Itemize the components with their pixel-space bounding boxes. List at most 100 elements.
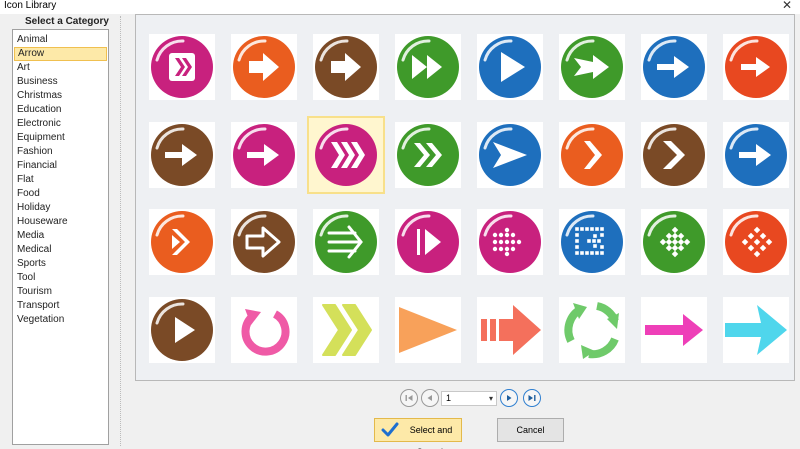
icon-tile-31[interactable] [641, 297, 707, 363]
striped-arrow-coral-icon [481, 305, 541, 355]
category-list[interactable]: Animal Arrow Art Business Christmas Education… [12, 29, 109, 445]
icon-tile-14[interactable] [559, 122, 625, 188]
next-page-button[interactable] [500, 389, 518, 407]
icon-tile-18[interactable] [231, 209, 297, 275]
previous-page-button[interactable] [421, 389, 439, 407]
cancel-button[interactable]: Cancel [497, 418, 564, 442]
icon-tile-32[interactable] [723, 297, 789, 363]
cycle-arrows-green-icon [564, 302, 619, 359]
skip-first-icon [405, 395, 413, 401]
triple-chevron-magenta-icon [315, 124, 377, 186]
category-item-holiday[interactable]: Holiday [14, 201, 107, 215]
play-line-magenta-icon [397, 211, 459, 273]
fast-forward-green-icon [397, 36, 459, 98]
double-chevron-green-icon [397, 124, 459, 186]
category-item-sports[interactable]: Sports [14, 257, 107, 271]
arrow-right-red-orange-icon [725, 36, 787, 98]
double-chevron-box-magenta-icon [151, 36, 213, 98]
icon-tile-12[interactable] [395, 122, 461, 188]
page-number: 1 [446, 393, 452, 403]
icon-tile-11[interactable] [307, 116, 385, 194]
category-item-financial[interactable]: Financial [14, 159, 107, 173]
first-page-button[interactable] [400, 389, 418, 407]
flat-arrow-magenta-icon [645, 314, 703, 346]
icon-tile-23[interactable] [641, 209, 707, 275]
icon-tile-5[interactable] [477, 34, 543, 100]
icon-tile-26[interactable] [231, 297, 297, 363]
divider [120, 16, 121, 446]
block-arrow-orange-icon [233, 36, 295, 98]
outline-arrow-brown-icon [233, 211, 295, 273]
category-item-animal[interactable]: Animal [14, 33, 107, 47]
category-item-houseware[interactable]: Houseware [14, 215, 107, 229]
category-header: Select a Category [25, 16, 109, 27]
category-item-education[interactable]: Education [14, 103, 107, 117]
chevron-right-orange-icon [561, 124, 623, 186]
select-and-open-label: Select and Open It [409, 425, 453, 449]
select-and-open-button[interactable]: Select and Open It [374, 418, 462, 449]
icon-tile-16[interactable] [723, 122, 789, 188]
icon-tile-20[interactable] [395, 209, 461, 275]
dotted-box-arrow-blue-icon [561, 211, 623, 273]
dotted-arrow-magenta-icon [479, 211, 541, 273]
dotted-arrow-green-icon [643, 211, 705, 273]
category-item-business[interactable]: Business [14, 75, 107, 89]
icon-tile-25[interactable] [149, 297, 215, 363]
next-icon [507, 395, 512, 401]
category-item-food[interactable]: Food [14, 187, 107, 201]
icon-tile-6[interactable] [559, 34, 625, 100]
chevron-down-icon: ▾ [488, 394, 493, 403]
last-page-button[interactable] [523, 389, 541, 407]
dotted-arrow-red-icon [725, 211, 787, 273]
arrow-right-blue-icon [643, 36, 705, 98]
category-item-media[interactable]: Media [14, 229, 107, 243]
window-title: Icon Library [4, 0, 57, 11]
icon-tile-29[interactable] [477, 297, 543, 363]
circular-refresh-pink-icon [241, 309, 290, 356]
icon-tile-21[interactable] [477, 209, 543, 275]
chevron-play-orange-icon [151, 211, 213, 273]
icon-tile-1[interactable] [149, 34, 215, 100]
category-item-electronic[interactable]: Electronic [14, 117, 107, 131]
icon-tile-19[interactable] [313, 209, 379, 275]
icon-tile-10[interactable] [231, 122, 297, 188]
icon-tile-22[interactable] [559, 209, 625, 275]
icon-tile-2[interactable] [231, 34, 297, 100]
icon-tile-4[interactable] [395, 34, 461, 100]
checkmark-icon [381, 422, 399, 437]
category-item-transport[interactable]: Transport [14, 299, 107, 313]
category-item-flat[interactable]: Flat [14, 173, 107, 187]
icon-tile-27[interactable] [313, 297, 379, 363]
page-select[interactable]: 1 ▾ [441, 391, 497, 406]
play-triangle-brown-icon [151, 299, 213, 361]
arrow-right-brown-icon [151, 124, 213, 186]
icon-tile-9[interactable] [149, 122, 215, 188]
close-icon[interactable]: ✕ [780, 0, 794, 12]
wide-arrow-green-icon [561, 36, 623, 98]
arrow-right-blue-2-icon [725, 124, 787, 186]
icon-tile-13[interactable] [477, 122, 543, 188]
skip-last-icon [528, 395, 536, 401]
category-item-equipment[interactable]: Equipment [14, 131, 107, 145]
flat-triangle-orange-icon [399, 307, 457, 353]
category-item-art[interactable]: Art [14, 61, 107, 75]
icon-tile-8[interactable] [723, 34, 789, 100]
play-triangle-blue-icon [479, 36, 541, 98]
icon-tile-28[interactable] [395, 297, 461, 363]
category-item-christmas[interactable]: Christmas [14, 89, 107, 103]
category-item-tourism[interactable]: Tourism [14, 285, 107, 299]
category-item-tool[interactable]: Tool [14, 271, 107, 285]
icon-tile-3[interactable] [313, 34, 379, 100]
category-item-arrow[interactable]: Arrow [14, 47, 107, 61]
double-chevron-lime-icon [322, 304, 372, 356]
icon-tile-17[interactable] [149, 209, 215, 275]
icon-tile-30[interactable] [559, 297, 625, 363]
arrow-right-magenta-icon [233, 124, 295, 186]
icon-tile-7[interactable] [641, 34, 707, 100]
category-item-medical[interactable]: Medical [14, 243, 107, 257]
category-item-fashion[interactable]: Fashion [14, 145, 107, 159]
icon-tile-15[interactable] [641, 122, 707, 188]
category-item-vegetation[interactable]: Vegetation [14, 313, 107, 327]
icon-tile-24[interactable] [723, 209, 789, 275]
chevron-right-brown-icon [643, 124, 705, 186]
